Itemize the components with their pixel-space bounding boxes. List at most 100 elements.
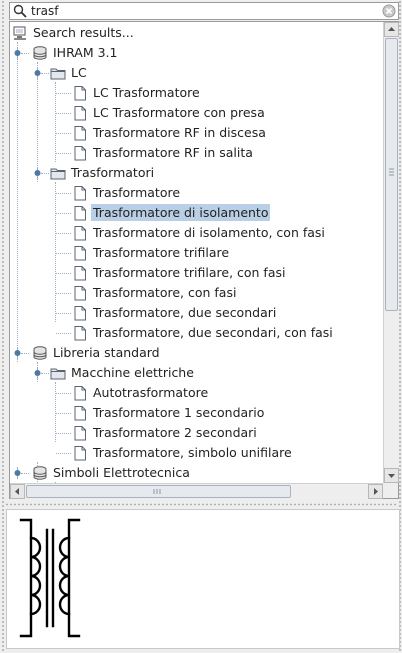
tree-connector-line xyxy=(56,133,71,134)
tree-node-item[interactable]: Libreria standard xyxy=(10,343,382,363)
transformer-symbol-icon xyxy=(19,518,81,638)
tree-connector-line xyxy=(56,273,71,274)
document-icon xyxy=(72,105,88,121)
magnifier-icon xyxy=(13,4,27,18)
left-dock-grip[interactable] xyxy=(1,0,5,653)
tree-connector-line xyxy=(56,193,71,194)
tree-item-label: Search results... xyxy=(33,25,134,40)
tree-leaf-item[interactable]: Trasformatore RF in salita xyxy=(10,143,382,163)
tree-node-item[interactable]: Simboli Elettrotecnica xyxy=(10,463,382,483)
document-icon xyxy=(72,225,88,241)
document-icon xyxy=(72,125,88,141)
horizontal-scroll-thumb[interactable] xyxy=(26,485,291,498)
tree-item-label: Trasformatore, due secondari xyxy=(93,305,277,320)
tree-node-item[interactable]: LC xyxy=(10,63,382,83)
tree-leaf-item[interactable]: Trasformatore di isolamento xyxy=(10,203,382,223)
arrow-down-icon xyxy=(388,474,395,478)
library-icon xyxy=(32,345,48,361)
library-icon xyxy=(32,45,48,61)
tree-item-label: Trasformatore trifilare, con fasi xyxy=(93,265,286,280)
tree-connector-line xyxy=(21,53,29,54)
document-icon xyxy=(72,185,88,201)
tree-connector-line xyxy=(56,233,71,234)
scroll-down-button[interactable] xyxy=(384,468,399,483)
scroll-up-button[interactable] xyxy=(384,22,399,37)
clear-icon[interactable] xyxy=(382,4,396,18)
tree-item-label: Trasformatore, simbolo unifilare xyxy=(93,445,292,460)
document-icon xyxy=(72,145,88,161)
split-pane-divider[interactable] xyxy=(0,500,402,508)
document-icon xyxy=(72,205,88,221)
document-icon xyxy=(72,385,88,401)
tree-leaf-item[interactable]: Trasformatore RF in discesa xyxy=(10,123,382,143)
tree-item-label: Autotrasformatore xyxy=(93,385,209,400)
tree-item-label: Trasformatore, con fasi xyxy=(93,285,237,300)
tree-connector-line xyxy=(56,333,71,334)
tree-leaf-item[interactable]: Autotrasformatore xyxy=(10,383,382,403)
tree-item-label: LC Trasformatore xyxy=(93,85,200,100)
symbol-preview xyxy=(6,509,400,649)
tree-leaf-item[interactable]: Trasformatore 2 secondari xyxy=(10,423,382,443)
tree-connector-line xyxy=(56,93,71,94)
tree-item-label: Trasformatore RF in salita xyxy=(93,145,253,160)
scroll-corner xyxy=(383,483,398,498)
tree-connector-line xyxy=(56,213,71,214)
tree-connector-line xyxy=(56,313,71,314)
tree-leaf-item[interactable]: Trasformatore trifilare xyxy=(10,243,382,263)
tree-leaf-item[interactable]: LC Trasformatore con presa xyxy=(10,103,382,123)
scroll-left-button[interactable] xyxy=(10,484,25,499)
tree-leaf-item[interactable]: Trasformatore trifilare, con fasi xyxy=(10,263,382,283)
tree-item-label: LC xyxy=(71,65,87,80)
search-box xyxy=(9,2,399,20)
tree-leaf-item[interactable]: Trasformatore, due secondari, con fasi xyxy=(10,323,382,343)
horizontal-scrollbar[interactable] xyxy=(10,483,383,499)
arrow-left-icon xyxy=(15,488,19,495)
tree-node-item[interactable]: Trasformatori xyxy=(10,163,382,183)
symbol-browser-panel: Search results... IHRAM 3.1 LC LC Trasforma… xyxy=(0,0,402,653)
library-tree[interactable]: Search results... IHRAM 3.1 LC LC Trasforma… xyxy=(9,21,399,499)
tree-connector-line xyxy=(56,253,71,254)
divider-grip xyxy=(5,503,397,506)
tree-leaf-item[interactable]: Trasformatore 1 secondario xyxy=(10,403,382,423)
tree-connector-line xyxy=(56,113,71,114)
tree-leaf-item[interactable]: Trasformatore, simbolo unifilare xyxy=(10,443,382,463)
tree-connector-line xyxy=(56,413,71,414)
grip-icon xyxy=(153,489,161,494)
tree-leaf-item[interactable]: Trasformatore di isolamento, con fasi xyxy=(10,223,382,243)
tree-root-item[interactable]: Search results... xyxy=(10,23,382,43)
vertical-scrollbar[interactable] xyxy=(383,22,399,483)
tree-connector-line xyxy=(41,73,49,74)
tree-connector-line xyxy=(56,153,71,154)
search-results-icon xyxy=(12,25,28,41)
document-icon xyxy=(72,405,88,421)
scroll-right-button[interactable] xyxy=(368,484,383,499)
document-icon xyxy=(72,265,88,281)
tree-item-label: Libreria standard xyxy=(53,345,160,360)
tree-item-label: Trasformatore RF in discesa xyxy=(93,125,266,140)
tree-item-label: Trasformatore xyxy=(93,185,181,200)
tree-leaf-item[interactable]: LC Trasformatore xyxy=(10,83,382,103)
tree-connector-line xyxy=(56,393,71,394)
tree-item-label: Trasformatori xyxy=(71,165,155,180)
tree-node-item[interactable]: IHRAM 3.1 xyxy=(10,43,382,63)
grip-icon xyxy=(389,168,394,176)
search-input[interactable] xyxy=(31,3,371,19)
tree-item-label: IHRAM 3.1 xyxy=(53,45,118,60)
tree-item-label: Trasformatore di isolamento, con fasi xyxy=(93,225,325,240)
folder-icon xyxy=(50,165,66,181)
tree-item-label: Trasformatore 1 secondario xyxy=(93,405,265,420)
tree-item-label: Trasformatore di isolamento xyxy=(91,204,271,221)
document-icon xyxy=(72,305,88,321)
tree-leaf-item[interactable]: Trasformatore xyxy=(10,183,382,203)
tree-leaf-item[interactable]: Trasformatore, due secondari xyxy=(10,303,382,323)
tree-item-label: LC Trasformatore con presa xyxy=(93,105,265,120)
folder-icon xyxy=(50,365,66,381)
tree-connector-line xyxy=(21,473,29,474)
tree-leaf-item[interactable]: Trasformatore, con fasi xyxy=(10,283,382,303)
document-icon xyxy=(72,425,88,441)
tree-node-item[interactable]: Macchine elettriche xyxy=(10,363,382,383)
library-icon xyxy=(32,465,48,481)
tree-connector-line xyxy=(41,173,49,174)
tree-item-label: Trasformatore trifilare xyxy=(93,245,230,260)
vertical-scroll-thumb[interactable] xyxy=(385,38,398,311)
